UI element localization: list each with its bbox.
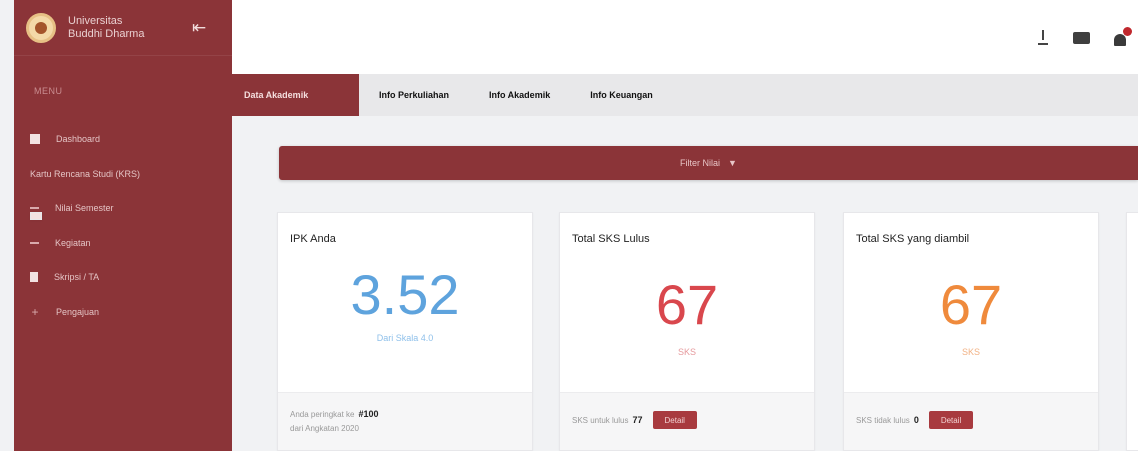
angkatan-label: dari Angkatan 2020: [290, 423, 359, 433]
sidebar-item-nilai-semester[interactable]: Nilai Semester: [14, 191, 232, 226]
sidebar-item-label: Pengajuan: [56, 306, 100, 317]
ipk-card: IPK Anda 3.52 Dari Skala 4.0 Anda pering…: [277, 212, 533, 451]
home-icon: [30, 134, 40, 145]
tab-info-akademik[interactable]: Info Akademik: [469, 74, 570, 116]
sidebar-item-dashboard[interactable]: Dashboard: [14, 122, 232, 157]
top-bar: [232, 0, 1138, 74]
card-title: Total SKS yang diambil: [856, 233, 970, 245]
sks-diambil-card: Total SKS yang diambil 67 SKS SKS tidak …: [843, 212, 1099, 451]
detail-button[interactable]: Detail: [652, 411, 697, 429]
tab-data-akademik[interactable]: Data Akademik: [232, 74, 359, 116]
sks-tidak-lulus-label: SKS tidak lulus: [856, 415, 910, 425]
brand-name: Universitas Buddhi Dharma: [68, 15, 178, 41]
sidebar-item-krs[interactable]: Kartu Rencana Studi (KRS): [14, 157, 232, 220]
sidebar-item-kegiatan[interactable]: Kegiatan: [14, 226, 232, 261]
card-title: Total SKS Lulus: [572, 233, 650, 245]
notification-bell-icon[interactable]: [1114, 27, 1132, 46]
tab-bar: Data Akademik Info Perkuliahan Info Akad…: [232, 74, 1138, 116]
card-footer: SKS untuk lulus 77 Detail: [560, 392, 814, 450]
ipk-scale: Dari Skala 4.0: [376, 333, 434, 343]
university-logo-icon: [26, 12, 56, 43]
sidebar-item-label: Dashboard: [56, 134, 101, 145]
sks-untuk-lulus-value: 77: [632, 415, 643, 425]
rank-label: Anda peringkat ke: [290, 409, 355, 419]
menu-heading: MENU: [34, 86, 63, 96]
activity-icon: [30, 241, 39, 244]
rank-value: #100: [358, 409, 379, 419]
sidebar-collapse-icon[interactable]: ⇤: [192, 18, 206, 38]
sks-lulus-card: Total SKS Lulus 67 SKS SKS untuk lulus 7…: [559, 212, 815, 451]
sks-untuk-lulus-label: SKS untuk lulus: [572, 415, 629, 425]
brand-line-2: Buddhi Dharma: [68, 27, 145, 40]
sidebar-item-label: Kartu Rencana Studi (KRS): [30, 168, 141, 179]
app-root: Universitas Buddhi Dharma ⇤ MENU Dashboa…: [0, 0, 1138, 451]
sidebar: Universitas Buddhi Dharma ⇤ MENU Dashboa…: [14, 0, 232, 451]
tab-info-keuangan[interactable]: Info Keuangan: [570, 74, 673, 116]
sidebar-item-label: Skripsi / TA: [54, 272, 100, 283]
sidebar-item-label: Nilai Semester: [55, 203, 114, 214]
sidebar-item-skripsi[interactable]: Skripsi / TA: [14, 260, 232, 295]
sidebar-item-label: Kegiatan: [55, 237, 91, 248]
mail-icon[interactable]: [1073, 32, 1090, 44]
chevron-down-icon: ▼: [728, 158, 737, 168]
tab-info-perkuliahan[interactable]: Info Perkuliahan: [359, 74, 469, 116]
sks-tidak-lulus-value: 0: [913, 415, 919, 425]
filter-nilai-button[interactable]: Filter Nilai ▼: [279, 146, 1138, 180]
card-icon: [30, 212, 42, 220]
sks-lulus-value: 67: [655, 273, 719, 336]
plus-icon: +: [31, 304, 39, 319]
sks-diambil-value: 67: [939, 273, 1003, 336]
filter-label: Filter Nilai: [680, 158, 721, 168]
sks-diambil-unit: SKS: [961, 347, 980, 357]
grade-icon: [30, 207, 39, 210]
brand-line-1: Universitas: [68, 14, 123, 27]
document-icon: [30, 272, 38, 283]
download-icon[interactable]: [1037, 30, 1049, 46]
sidebar-item-pengajuan[interactable]: + Pengajuan: [14, 295, 232, 330]
card-footer: Anda peringkat ke #100 dari Angkatan 202…: [278, 392, 532, 450]
card-title: IPK Anda: [290, 233, 336, 245]
partial-card: [1126, 212, 1138, 451]
card-footer: SKS tidak lulus 0 Detail: [844, 392, 1098, 450]
top-icons: [1037, 27, 1132, 46]
brand: Universitas Buddhi Dharma ⇤: [14, 0, 232, 56]
sks-lulus-unit: SKS: [677, 347, 696, 357]
detail-button[interactable]: Detail: [928, 411, 974, 429]
ipk-value: 3.52: [350, 263, 460, 326]
